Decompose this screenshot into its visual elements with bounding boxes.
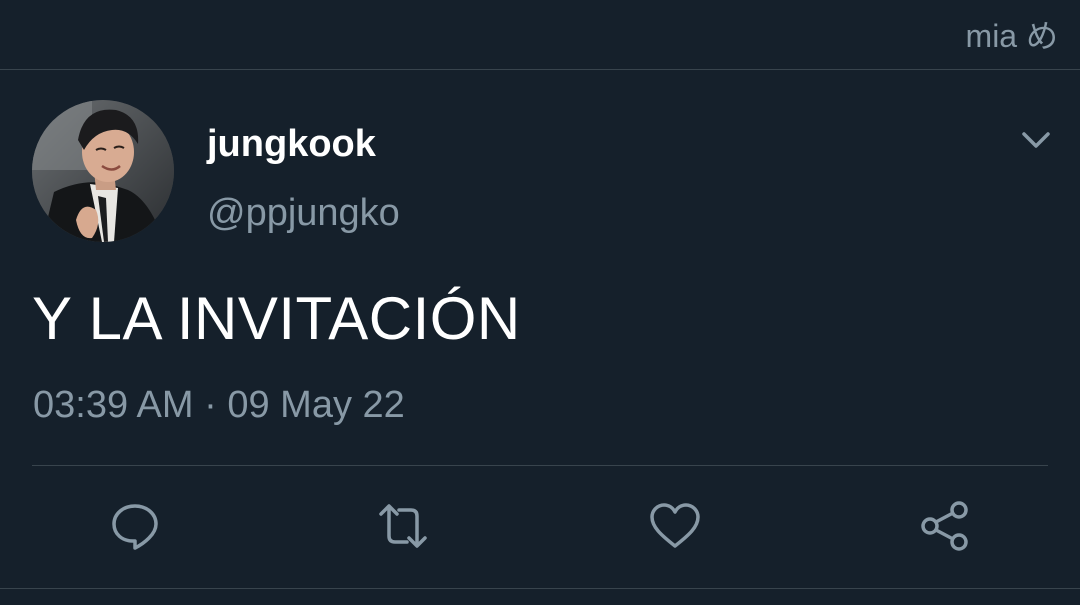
reply-button[interactable] [109, 500, 161, 552]
divider [32, 465, 1048, 466]
tweet-time: 03:39 AM [33, 384, 194, 426]
retweet-button[interactable] [377, 500, 429, 552]
like-button[interactable] [649, 500, 701, 552]
bottom-divider [0, 588, 1080, 589]
top-bar: mia め [0, 0, 1080, 70]
display-name[interactable]: jungkook [207, 122, 376, 166]
tweet-meta: 03:39 AM · 09 May 22 [33, 383, 405, 427]
chevron-down-icon[interactable] [1018, 122, 1054, 158]
account-label: mia め [965, 18, 1058, 54]
share-icon [921, 501, 968, 551]
heart-icon [650, 503, 700, 548]
avatar-image [32, 100, 174, 242]
user-handle[interactable]: @ppjungko [207, 191, 400, 235]
share-button[interactable] [919, 500, 971, 552]
reply-icon [112, 504, 158, 550]
tweet-date: 09 May 22 [227, 384, 405, 426]
avatar[interactable] [32, 100, 174, 242]
meta-separator: · [204, 384, 217, 426]
tweet-text: Y LA INVITACIÓN [32, 285, 521, 352]
retweet-icon [379, 504, 427, 548]
